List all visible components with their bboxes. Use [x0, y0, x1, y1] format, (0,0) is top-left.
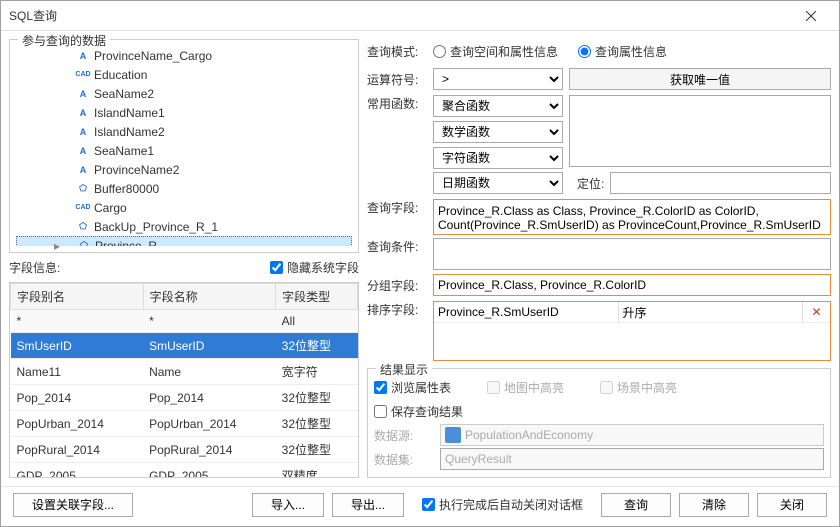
close-button[interactable]: 关闭 [757, 493, 827, 517]
poly-icon: ⬠ [76, 220, 90, 234]
tree-item[interactable]: ▸⬠Province_R [16, 236, 352, 246]
a-icon: A [76, 49, 90, 63]
export-button[interactable]: 导出... [332, 493, 404, 517]
column-header[interactable]: 字段类型 [276, 284, 358, 310]
radio-space-attr[interactable]: 查询空间和属性信息 [433, 43, 558, 60]
group-field-input[interactable] [433, 274, 831, 296]
locate-input[interactable] [610, 172, 831, 194]
hide-sys-fields-checkbox[interactable]: 隐藏系统字段 [270, 259, 359, 276]
footer: 设置关联字段... 导入... 导出... 执行完成后自动关闭对话框 查询 清除… [1, 486, 839, 522]
datasource-select: PopulationAndEconomy [440, 424, 824, 446]
tree-item[interactable]: A IslandName2 [16, 122, 352, 141]
auto-close-checkbox[interactable]: 执行完成后自动关闭对话框 [422, 496, 583, 513]
hide-sys-fields-input[interactable] [270, 261, 283, 274]
tree-item-label: ProvinceName2 [94, 163, 179, 177]
func-aggregate-select[interactable]: 聚合函数 [433, 95, 563, 117]
dataset-input [440, 448, 824, 470]
a-icon: A [76, 106, 90, 120]
sql-query-window: SQL查询 参与查询的数据 A ProvinceName_Cargo CAD Educ… [0, 0, 840, 527]
query-button[interactable]: 查询 [601, 493, 671, 517]
data-fieldset: 参与查询的数据 AProvinceName_CargoCADEducationA… [9, 39, 359, 253]
field-table[interactable]: 字段别名字段名称字段类型 **AllSmUserIDSmUserID32位整型N… [9, 282, 359, 478]
tree-item-label: Province_R [95, 239, 157, 247]
datasource-label: 数据源: [374, 427, 434, 444]
column-header[interactable]: 字段别名 [11, 284, 144, 310]
window-title: SQL查询 [9, 7, 791, 24]
tree-item[interactable]: A SeaName1 [16, 141, 352, 160]
poly-icon: ⬠ [77, 239, 91, 247]
tree-item-label: SeaName1 [94, 144, 154, 158]
a-icon: A [76, 163, 90, 177]
operator-label: 运算符号: [367, 71, 427, 88]
result-legend: 结果显示 [376, 361, 432, 378]
tree-item-label: Buffer80000 [94, 182, 159, 196]
sort-field-value[interactable] [434, 302, 618, 322]
table-row[interactable]: Name11Name宽字符 [11, 359, 358, 385]
tree-item-label: IslandName2 [94, 125, 165, 139]
query-field-label: 查询字段: [367, 199, 427, 216]
column-header[interactable]: 字段名称 [143, 284, 276, 310]
table-row[interactable]: SmUserIDSmUserID32位整型 [11, 333, 358, 359]
dataset-label: 数据集: [374, 451, 434, 468]
datasource-icon [445, 427, 461, 443]
highlight-map-checkbox: 地图中高亮 [487, 379, 564, 396]
tree-item-label: ProvinceName_Cargo [94, 49, 212, 63]
tree-item-label: IslandName1 [94, 106, 165, 120]
operator-select[interactable]: > [433, 68, 563, 90]
tree-item[interactable]: A ProvinceName2 [16, 160, 352, 179]
unique-values-list[interactable] [569, 95, 831, 167]
a-icon: A [76, 87, 90, 101]
get-unique-button[interactable]: 获取唯一值 [569, 68, 831, 90]
browse-attr-checkbox[interactable]: 浏览属性表 [374, 379, 451, 396]
tree-item[interactable]: ⬠ BackUp_Province_R_1 [16, 217, 352, 236]
query-field-input[interactable]: Province_R.Class as Class, Province_R.Co… [433, 199, 831, 235]
query-cond-label: 查询条件: [367, 238, 427, 255]
query-cond-input[interactable] [433, 238, 831, 270]
table-row[interactable]: **All [11, 310, 358, 333]
cad-icon: CAD [76, 201, 90, 215]
tree-item-label: Cargo [94, 201, 127, 215]
tree-item-label: Education [94, 68, 147, 82]
set-rel-field-button[interactable]: 设置关联字段... [13, 493, 133, 517]
sort-delete-icon[interactable]: ✕ [802, 302, 830, 322]
data-legend: 参与查询的数据 [18, 32, 110, 49]
table-row[interactable]: Pop_2014Pop_201432位整型 [11, 385, 358, 411]
func-math-select[interactable]: 数学函数 [433, 121, 563, 143]
radio-attr-only[interactable]: 查询属性信息 [578, 43, 667, 60]
tree-item[interactable]: CAD Education [16, 65, 352, 84]
result-section: 结果显示 浏览属性表 地图中高亮 场景中高亮 保存查询结果 数据源: Popul… [367, 368, 831, 478]
a-icon: A [76, 144, 90, 158]
tree-item[interactable]: CAD Cargo [16, 198, 352, 217]
highlight-scene-checkbox: 场景中高亮 [600, 379, 677, 396]
tree-item-label: BackUp_Province_R_1 [94, 220, 218, 234]
poly-icon: ⬠ [76, 182, 90, 196]
common-func-label: 常用函数: [367, 95, 427, 112]
group-field-label: 分组字段: [367, 277, 427, 294]
close-icon[interactable] [791, 2, 831, 30]
field-info-label: 字段信息: [9, 259, 264, 276]
tree-item[interactable]: A SeaName2 [16, 84, 352, 103]
func-date-select[interactable]: 日期函数 [433, 172, 563, 194]
a-icon: A [76, 125, 90, 139]
tree-item[interactable]: ⬠ Buffer80000 [16, 179, 352, 198]
clear-button[interactable]: 清除 [679, 493, 749, 517]
cad-icon: CAD [76, 68, 90, 82]
titlebar: SQL查询 [1, 1, 839, 31]
tree-item[interactable]: A IslandName1 [16, 103, 352, 122]
func-string-select[interactable]: 字符函数 [433, 147, 563, 169]
sort-field-label: 排序字段: [367, 301, 427, 318]
table-row[interactable]: PopUrban_2014PopUrban_201432位整型 [11, 411, 358, 437]
query-mode-label: 查询模式: [367, 43, 427, 60]
table-row[interactable]: GDP_2005GDP_2005双精度 [11, 463, 358, 479]
import-button[interactable]: 导入... [252, 493, 324, 517]
save-result-checkbox[interactable]: 保存查询结果 [374, 403, 463, 420]
locate-label: 定位: [577, 175, 604, 192]
sort-order-value[interactable] [618, 302, 803, 322]
table-row[interactable]: PopRural_2014PopRural_201432位整型 [11, 437, 358, 463]
tree-item-label: SeaName2 [94, 87, 154, 101]
data-tree[interactable]: A ProvinceName_Cargo CAD Education A SeaName2… [16, 46, 352, 246]
